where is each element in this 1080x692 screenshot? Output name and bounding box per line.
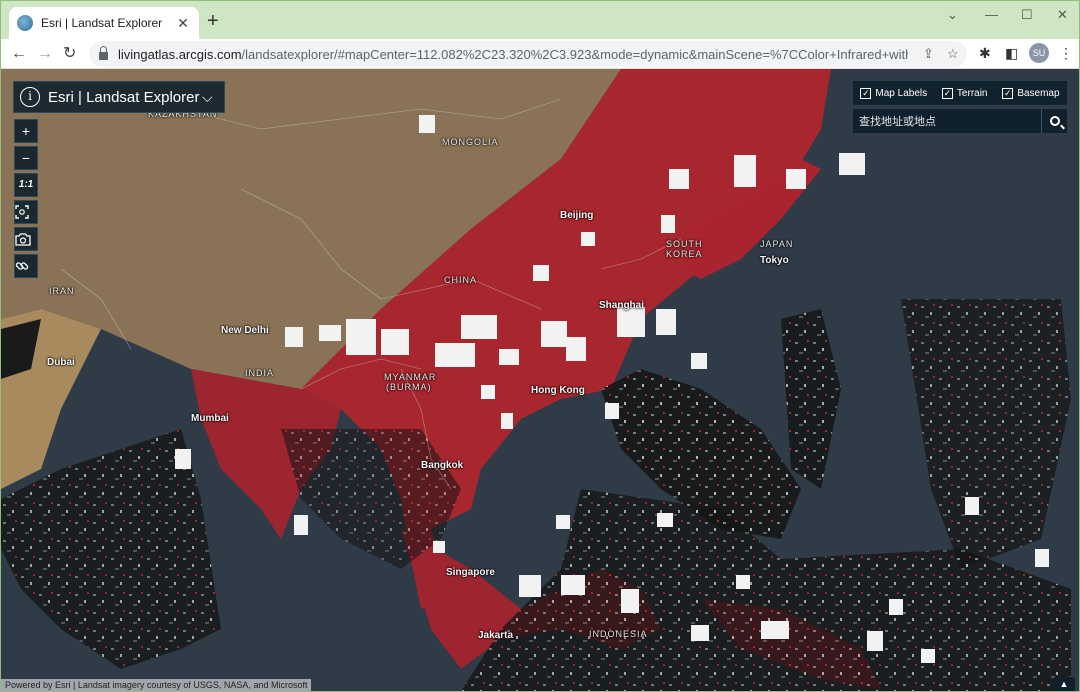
label-singapore: Singapore [446, 567, 495, 578]
maximize-button[interactable]: ☐ [1021, 7, 1033, 23]
chevron-down-icon[interactable]: ⌵ [202, 89, 224, 106]
label-beijing: Beijing [560, 210, 594, 221]
search-input[interactable] [853, 114, 1041, 128]
tab-search-icon[interactable]: ⌄ [947, 7, 958, 23]
browser-tab[interactable]: Esri | Landsat Explorer ✕ [9, 7, 199, 39]
map-labels-label: Map Labels [875, 87, 928, 99]
zoom-in-button[interactable]: + [14, 119, 38, 143]
label-japan: JAPAN [760, 239, 794, 249]
bookmark-star-icon[interactable]: ☆ [947, 46, 959, 62]
label-bangkok: Bangkok [421, 460, 464, 471]
url-host: livingatlas.arcgis.com [118, 46, 242, 62]
label-china: CHINA [444, 275, 478, 285]
expand-panel-button[interactable]: ▲ [1053, 677, 1075, 691]
menu-kebab-icon[interactable]: ⋮ [1059, 45, 1073, 62]
label-dubai: Dubai [47, 357, 75, 368]
map-view[interactable]: KAZAKHSTAN MONGOLIA Beijing SOUTH KOREA … [1, 69, 1079, 691]
label-shanghai: Shanghai [599, 300, 645, 311]
layer-toggles: ✓ Map Labels ✓ Terrain ✓ Basemap [853, 81, 1067, 105]
attribution-text: Powered by Esri | Landsat imagery courte… [1, 679, 312, 691]
tab-close-icon[interactable]: ✕ [175, 15, 191, 32]
label-indonesia: INDONESIA [589, 629, 648, 639]
search-icon [1049, 116, 1060, 126]
app-title-bar[interactable]: i Esri | Landsat Explorer ⌵ [13, 81, 225, 113]
label-south: SOUTH [666, 239, 703, 249]
globe-favicon-icon [17, 15, 33, 31]
new-tab-button[interactable]: + [207, 11, 219, 31]
browser-window: Esri | Landsat Explorer ✕ + ⌄ — ☐ ✕ ← → … [0, 0, 1080, 692]
share-icon[interactable]: ⇪ [923, 46, 934, 62]
info-icon[interactable]: i [20, 87, 40, 107]
browser-toolbar: ← → ↻ livingatlas.arcgis.com/landsatexpl… [1, 39, 1079, 69]
tab-title: Esri | Landsat Explorer [41, 16, 163, 30]
frame-icon [15, 205, 29, 219]
label-mumbai: Mumbai [191, 413, 229, 424]
link-icon [15, 262, 29, 270]
url-text: livingatlas.arcgis.com/landsatexplorer/#… [118, 47, 908, 62]
back-arrow-icon[interactable]: ← [11, 44, 27, 64]
checkbox-icon: ✓ [860, 87, 872, 99]
forward-arrow-icon[interactable]: → [37, 44, 53, 64]
label-myanmar: MYANMAR [384, 372, 437, 382]
label-mongolia: MONGOLIA [442, 137, 499, 147]
search-button[interactable] [1041, 109, 1067, 133]
close-window-button[interactable]: ✕ [1057, 7, 1068, 23]
map-labels-toggle[interactable]: ✓ Map Labels [860, 87, 928, 99]
screenshot-button[interactable] [14, 227, 38, 251]
reload-icon[interactable]: ↻ [63, 44, 76, 64]
label-jakarta: Jakarta [478, 630, 514, 641]
basemap-toggle[interactable]: ✓ Basemap [1002, 87, 1060, 99]
share-link-button[interactable] [14, 254, 38, 278]
minimize-button[interactable]: — [985, 7, 998, 22]
profile-avatar[interactable]: SU [1029, 43, 1049, 63]
lock-icon [99, 46, 108, 60]
label-korea: KOREA [666, 249, 703, 259]
checkbox-icon: ✓ [1002, 87, 1014, 99]
search-bar [853, 109, 1067, 133]
checkbox-icon: ✓ [941, 87, 953, 99]
zoom-to-extent-button[interactable] [14, 200, 38, 224]
zoom-out-button[interactable]: − [14, 146, 38, 170]
extensions-icon[interactable]: ✱ [979, 45, 991, 62]
label-tokyo: Tokyo [760, 255, 789, 266]
label-new-delhi: New Delhi [221, 325, 269, 336]
label-iran: IRAN [49, 286, 75, 296]
url-path: /landsatexplorer/#mapCenter=112.082%2C23… [241, 46, 908, 62]
label-burma: (BURMA) [386, 382, 432, 392]
satellite-imagery [1, 69, 1079, 691]
basemap-label: Basemap [1017, 87, 1060, 99]
app-title: Esri | Landsat Explorer [48, 88, 200, 106]
side-panel-icon[interactable]: ◧ [1005, 45, 1018, 62]
scale-one-to-one-button[interactable]: 1:1 [14, 173, 38, 197]
camera-icon [15, 233, 31, 246]
tab-strip: Esri | Landsat Explorer ✕ + ⌄ — ☐ ✕ [1, 1, 1079, 39]
terrain-toggle[interactable]: ✓ Terrain [941, 87, 988, 99]
label-hong-kong: Hong Kong [531, 385, 585, 396]
address-bar[interactable]: livingatlas.arcgis.com/landsatexplorer/#… [89, 41, 967, 67]
terrain-label: Terrain [956, 87, 988, 99]
label-india: INDIA [245, 368, 275, 378]
